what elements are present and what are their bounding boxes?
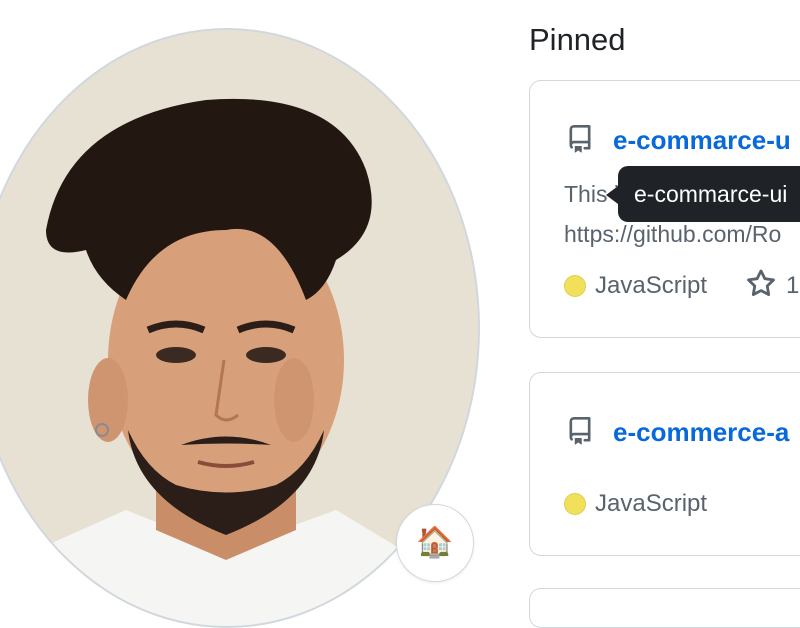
language-color-dot xyxy=(564,275,586,297)
house-emoji-icon: 🏠 xyxy=(416,526,454,559)
repo-language: JavaScript xyxy=(595,272,708,299)
repo-stars-count[interactable]: 1 xyxy=(786,272,799,300)
pinned-repo-card: e-commerce-a JavaScript xyxy=(529,372,800,556)
pinned-heading: Pinned xyxy=(529,22,626,57)
language-color-dot xyxy=(564,493,586,515)
repo-icon xyxy=(569,417,591,445)
tooltip-arrow xyxy=(606,186,618,204)
repo-link[interactable]: e-commarce-u xyxy=(613,125,791,156)
pinned-repo-card xyxy=(529,588,800,628)
repo-language: JavaScript xyxy=(595,490,708,517)
status-button[interactable]: 🏠 xyxy=(396,504,474,582)
repo-name-tooltip: e-commarce-ui xyxy=(618,166,800,222)
star-icon[interactable] xyxy=(746,269,776,299)
repo-link[interactable]: e-commerce-a xyxy=(613,417,789,448)
repo-icon xyxy=(569,125,591,153)
